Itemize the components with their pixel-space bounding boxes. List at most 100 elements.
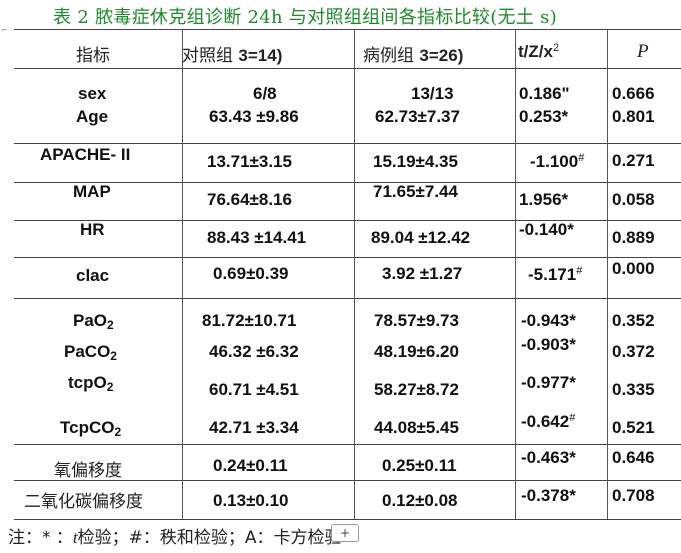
- row-indicator: TcpCO2: [60, 418, 121, 438]
- header-control-n: 3=14): [238, 46, 283, 65]
- row-indicator: clac: [76, 266, 110, 285]
- header-control-label: 对照组: [182, 46, 233, 66]
- row-p-value: 0.372: [612, 342, 655, 361]
- statistic-value: -0.903*: [521, 335, 576, 354]
- row-case-value: 15.19±4.35: [373, 152, 458, 171]
- row-control-value: 42.71 ±3.34: [209, 418, 299, 437]
- row-indicator: PaO2: [73, 311, 114, 331]
- row-case-value: 44.08±5.45: [374, 418, 459, 437]
- row-case-value: 89.04 ±12.42: [371, 228, 471, 247]
- statistic-value: -0.642: [521, 412, 570, 431]
- row-control-value: 60.71 ±4.51: [209, 380, 299, 399]
- statistic-value: -1.100: [530, 152, 579, 171]
- rule-header: [14, 68, 681, 69]
- row-statistic: -0.903*: [521, 335, 576, 355]
- row-p-value: 0.000: [612, 259, 655, 278]
- row-control-value: 0.24±0.11: [213, 456, 288, 475]
- col-divider: [515, 29, 516, 519]
- row-p-value: 0.646: [612, 448, 655, 467]
- row-p-value: 0.889: [612, 228, 655, 247]
- indicator-base: TcpCO: [60, 418, 115, 437]
- header-stat-sup: 2: [552, 42, 560, 54]
- row-control-value: 0.13±0.10: [213, 491, 289, 510]
- row-p-value: 0.352: [612, 311, 655, 330]
- statistic-value: -0.378*: [521, 486, 576, 505]
- indicator-base: PaCO: [64, 342, 111, 361]
- add-row-button[interactable]: +: [331, 524, 359, 542]
- indicator-subscript: 2: [114, 425, 122, 439]
- row-control-value: 0.69±0.39: [213, 264, 289, 283]
- row-statistic: -0.140*: [519, 220, 574, 240]
- header-case-label: 病例组: [363, 46, 414, 66]
- header-statistic: t/Z/x2: [518, 42, 559, 62]
- row-control-value: 81.72±10.71: [202, 311, 297, 330]
- rule-row: [14, 298, 681, 299]
- statistic-value: -0.463*: [521, 448, 576, 467]
- rule-row: [14, 444, 681, 445]
- row-statistic: -1.100#: [530, 152, 584, 172]
- table-footnote: 注：* ：t检验；#：秩和检验；A：卡方检验: [8, 523, 342, 548]
- statistic-value: 0.253*: [519, 107, 569, 126]
- row-case-value: 62.73±7.37: [375, 107, 460, 126]
- footnote-t-text: 检验；#：秩和检验；A：: [77, 528, 274, 548]
- row-statistic: -0.378*: [521, 486, 576, 506]
- row-case-value: 0.25±0.11: [382, 456, 457, 475]
- row-indicator: 氧偏移度: [54, 461, 122, 481]
- row-control-value: 76.64±8.16: [207, 190, 292, 209]
- statistic-value: -0.140*: [519, 220, 574, 239]
- row-case-value: 13/13: [411, 84, 454, 103]
- row-indicator: APACHE- II: [40, 145, 131, 164]
- row-indicator: Age: [76, 107, 109, 126]
- row-case-value: 78.57±9.73: [374, 311, 459, 330]
- row-case-value: 3.92 ±1.27: [382, 264, 463, 283]
- row-statistic: 1.956*: [519, 190, 568, 210]
- indicator-subscript: 2: [106, 380, 114, 394]
- indicator-base: tcpO: [68, 373, 107, 392]
- row-statistic: -0.463*: [521, 448, 576, 468]
- indicator-base: PaO: [73, 311, 108, 330]
- table-caption: 表 2 脓毒症休克组诊断 24h 与对照组组间各指标比较(无土 s): [53, 7, 558, 28]
- rule-row: [14, 143, 681, 144]
- row-p-value: 0.801: [612, 107, 655, 126]
- rule-row: [14, 182, 681, 183]
- row-indicator: 二氧化碳偏移度: [24, 492, 143, 512]
- row-statistic: 0.253*: [519, 107, 568, 127]
- row-indicator: PaCO2: [64, 342, 117, 362]
- header-stat-text: t/Z/x: [518, 42, 553, 61]
- row-indicator: HR: [80, 220, 105, 239]
- row-control-value: 46.32 ±6.32: [209, 342, 299, 361]
- rule-row: [14, 220, 681, 221]
- row-statistic: -0.977*: [521, 373, 576, 393]
- statistic-mark: #: [578, 152, 585, 164]
- statistic-value: -0.943*: [521, 311, 576, 330]
- col-divider: [354, 29, 355, 519]
- col-divider: [182, 29, 183, 519]
- statistic-value: -0.977*: [521, 373, 576, 392]
- footnote-hidden-text: 卡方: [273, 528, 308, 548]
- row-control-value: 13.71±3.15: [207, 152, 292, 171]
- row-control-value: 63.43 ±9.86: [209, 107, 299, 126]
- statistic-value: 1.956*: [519, 190, 569, 209]
- header-indicator: 指标: [76, 46, 110, 66]
- col-divider: [607, 29, 608, 519]
- rule-top: [14, 29, 681, 30]
- row-control-value: 6/8: [253, 84, 277, 103]
- table-corner-marker: ⌐: [2, 26, 8, 36]
- header-case-n: 3=26): [419, 46, 464, 65]
- rule-row: [14, 257, 681, 258]
- indicator-subscript: 2: [110, 349, 117, 363]
- row-indicator: sex: [78, 84, 107, 103]
- row-case-value: 58.27±8.72: [374, 380, 459, 399]
- statistic-mark: #: [569, 412, 576, 424]
- header-p-value: P: [637, 41, 649, 62]
- header-control-group: 对照组 3=14): [182, 41, 282, 66]
- statistic-value: 0.186": [519, 84, 570, 103]
- row-p-value: 0.335: [612, 380, 655, 399]
- row-statistic: -0.642#: [521, 412, 575, 432]
- header-case-group: 病例组 3=26): [363, 41, 463, 66]
- row-indicator: tcpO2: [68, 373, 113, 393]
- row-statistic: 0.186": [519, 84, 570, 104]
- indicator-subscript: 2: [107, 318, 114, 332]
- statistic-mark: #: [576, 265, 583, 277]
- row-case-value: 71.65±7.44: [373, 182, 458, 201]
